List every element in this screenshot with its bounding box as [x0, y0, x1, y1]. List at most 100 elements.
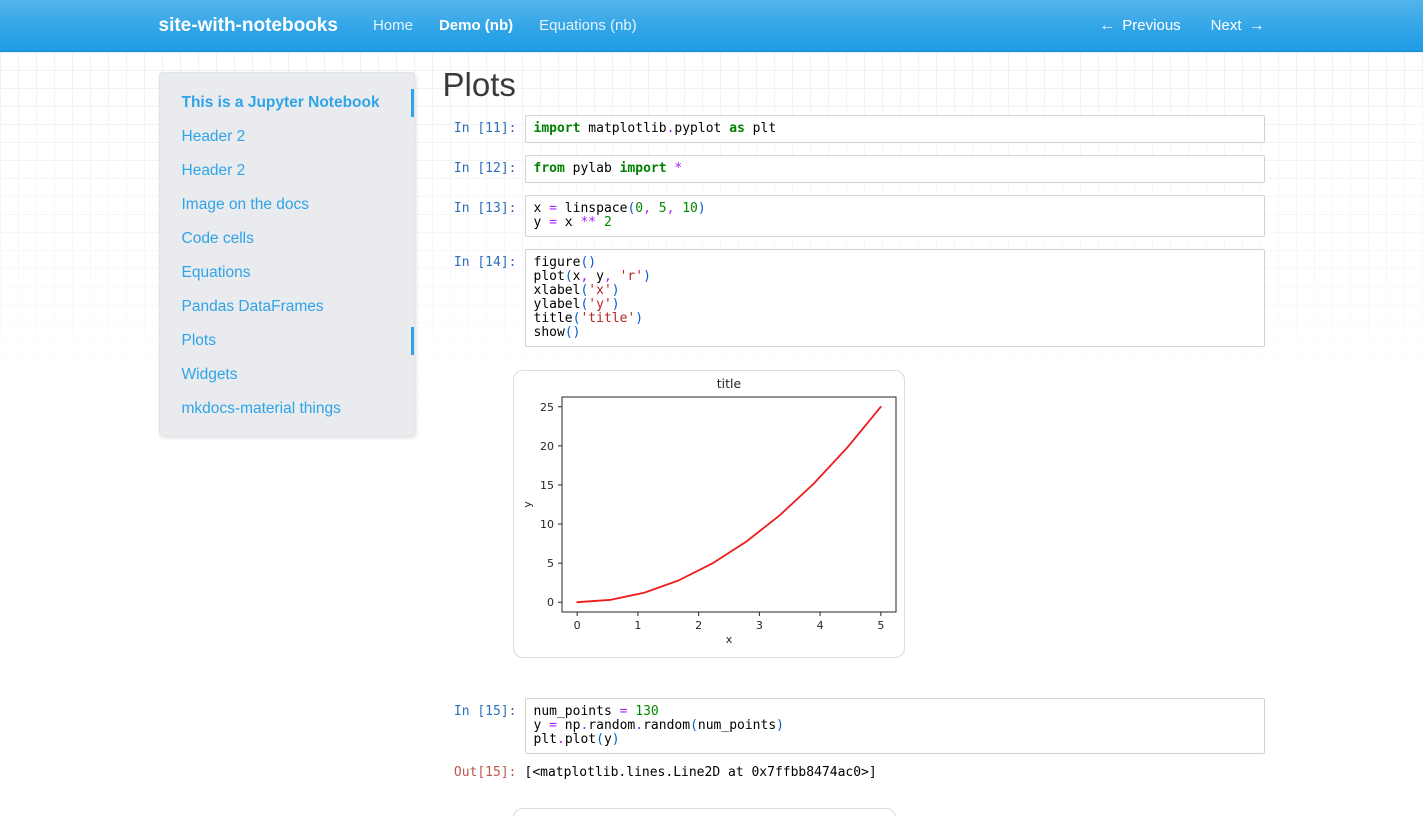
- nav-item-demo-nb[interactable]: Demo (nb): [426, 17, 526, 34]
- code-cell: figure()plot(x, y, 'r')xlabel('x')ylabel…: [525, 249, 1265, 347]
- arrow-left-icon: ←: [1099, 18, 1115, 34]
- toc-item-equations: Equations: [160, 256, 414, 290]
- code-token: (: [565, 269, 573, 284]
- input-prompt: In [13]:: [443, 195, 517, 237]
- nav-item-home[interactable]: Home: [360, 17, 426, 34]
- code-token: *: [674, 161, 682, 176]
- code-cell-row: In [13]: x = linspace(0, 5, 10)y = x ** …: [443, 195, 1265, 237]
- page-title: Plots: [443, 66, 1265, 104]
- code-token: 2: [604, 215, 612, 230]
- code-line: title('title'): [534, 312, 1256, 326]
- toc-item-plots: Plots: [160, 324, 414, 358]
- code-cell: from pylab import *: [525, 155, 1265, 183]
- code-line: from pylab import *: [534, 162, 1256, 176]
- navbar-container: site-with-notebooks HomeDemo (nb)Equatio…: [159, 0, 1265, 51]
- code-token: pyplot: [674, 121, 729, 136]
- code-token: linspace: [557, 201, 627, 216]
- code-token: ): [643, 269, 651, 284]
- code-token: as: [729, 121, 745, 136]
- code-token: show: [534, 325, 565, 340]
- code-line: num_points = 130: [534, 705, 1256, 719]
- next-page-link[interactable]: Next →: [1211, 17, 1265, 34]
- code-token: xlabel: [534, 283, 581, 298]
- code-token: import: [534, 121, 581, 136]
- y-tick-label: 25: [540, 401, 554, 414]
- toc-item-header-2: Header 2: [160, 154, 414, 188]
- y-tick-label: 5: [547, 557, 554, 570]
- code-token: import: [620, 161, 667, 176]
- figure-card: 0123450510152025titlexy: [513, 370, 905, 658]
- code-line: show(): [534, 326, 1256, 340]
- code-token: random: [588, 718, 635, 733]
- code-token: [596, 215, 604, 230]
- code-token: =: [549, 718, 557, 733]
- toc-item-header-2: Header 2: [160, 120, 414, 154]
- code-cell-row: In [11]: import matplotlib.pyplot as plt: [443, 115, 1265, 143]
- figure-card-partial: [513, 808, 896, 816]
- code-token: =: [549, 201, 557, 216]
- toc-list: This is a Jupyter Notebook Header 2 Header…: [160, 86, 414, 426]
- output-text: [<matplotlib.lines.Line2D at 0x7ffbb8474…: [525, 766, 877, 780]
- y-tick-label: 0: [547, 596, 554, 609]
- x-tick-label: 5: [877, 619, 884, 632]
- x-tick-label: 3: [755, 619, 762, 632]
- code-line: plot(x, y, 'r'): [534, 270, 1256, 284]
- x-tick-label: 2: [695, 619, 702, 632]
- toc-item-image-on-the-docs: Image on the docs: [160, 188, 414, 222]
- toc-item-pandas-dataframes: Pandas DataFrames: [160, 290, 414, 324]
- x-tick-label: 1: [634, 619, 641, 632]
- code-cell: x = linspace(0, 5, 10)y = x ** 2: [525, 195, 1265, 237]
- code-token: title: [534, 311, 573, 326]
- code-token: plot: [534, 269, 565, 284]
- code-token: ): [635, 311, 643, 326]
- main-content: Plots In [11]: import matplotlib.pyplot …: [443, 66, 1265, 816]
- toc-link-pandas-dataframes[interactable]: Pandas DataFrames: [182, 298, 324, 316]
- code-token: x: [534, 201, 550, 216]
- code-line: import matplotlib.pyplot as plt: [534, 122, 1256, 136]
- code-token: plt: [534, 732, 557, 747]
- toc-link-plots[interactable]: Plots: [182, 332, 216, 350]
- code-token: 0: [635, 201, 643, 216]
- toc-link-image-on-the-docs[interactable]: Image on the docs: [182, 196, 310, 214]
- arrow-right-icon: →: [1249, 18, 1265, 34]
- site-brand[interactable]: site-with-notebooks: [159, 15, 338, 37]
- code-line: y = np.random.random(num_points): [534, 719, 1256, 733]
- toc-link-code-cells[interactable]: Code cells: [182, 230, 254, 248]
- code-line: ylabel('y'): [534, 298, 1256, 312]
- code-token: 'r': [620, 269, 643, 284]
- toc-link-mkdocs-material-things[interactable]: mkdocs-material things: [182, 400, 341, 418]
- input-prompt: In [14]:: [443, 249, 517, 347]
- toc-link-header-2[interactable]: Header 2: [182, 162, 246, 180]
- code-token: y: [534, 718, 550, 733]
- code-token: 130: [635, 704, 658, 719]
- code-token: (): [565, 325, 581, 340]
- y-tick-label: 20: [540, 440, 554, 453]
- code-token: [612, 269, 620, 284]
- code-token: from: [534, 161, 565, 176]
- toc-link-header-2[interactable]: Header 2: [182, 128, 246, 146]
- code-token: ): [612, 732, 620, 747]
- toc-link-this-is-a-jupyter-notebook[interactable]: This is a Jupyter Notebook: [182, 94, 380, 112]
- nav-item-equations-nb[interactable]: Equations (nb): [526, 17, 650, 34]
- toc-link-widgets[interactable]: Widgets: [182, 366, 238, 384]
- code-token: plot: [565, 732, 596, 747]
- code-token: 10: [682, 201, 698, 216]
- code-token: x: [557, 215, 580, 230]
- code-token: pylab: [565, 161, 620, 176]
- code-token: (: [690, 718, 698, 733]
- matplotlib-figure-svg: 0123450510152025titlexy: [514, 371, 904, 657]
- toc-item-mkdocs-material-things: mkdocs-material things: [160, 392, 414, 426]
- input-prompt: In [12]:: [443, 155, 517, 183]
- code-token: np: [557, 718, 580, 733]
- code-token: (: [596, 732, 604, 747]
- toc-link-equations[interactable]: Equations: [182, 264, 251, 282]
- x-axis-label: x: [725, 633, 732, 646]
- previous-page-link[interactable]: ← Previous: [1099, 17, 1180, 34]
- code-line: xlabel('x'): [534, 284, 1256, 298]
- code-line: y = x ** 2: [534, 216, 1256, 230]
- code-token: 'title': [580, 311, 635, 326]
- code-token: random: [643, 718, 690, 733]
- code-token: ,: [604, 269, 612, 284]
- code-token: y: [604, 732, 612, 747]
- y-tick-label: 10: [540, 518, 554, 531]
